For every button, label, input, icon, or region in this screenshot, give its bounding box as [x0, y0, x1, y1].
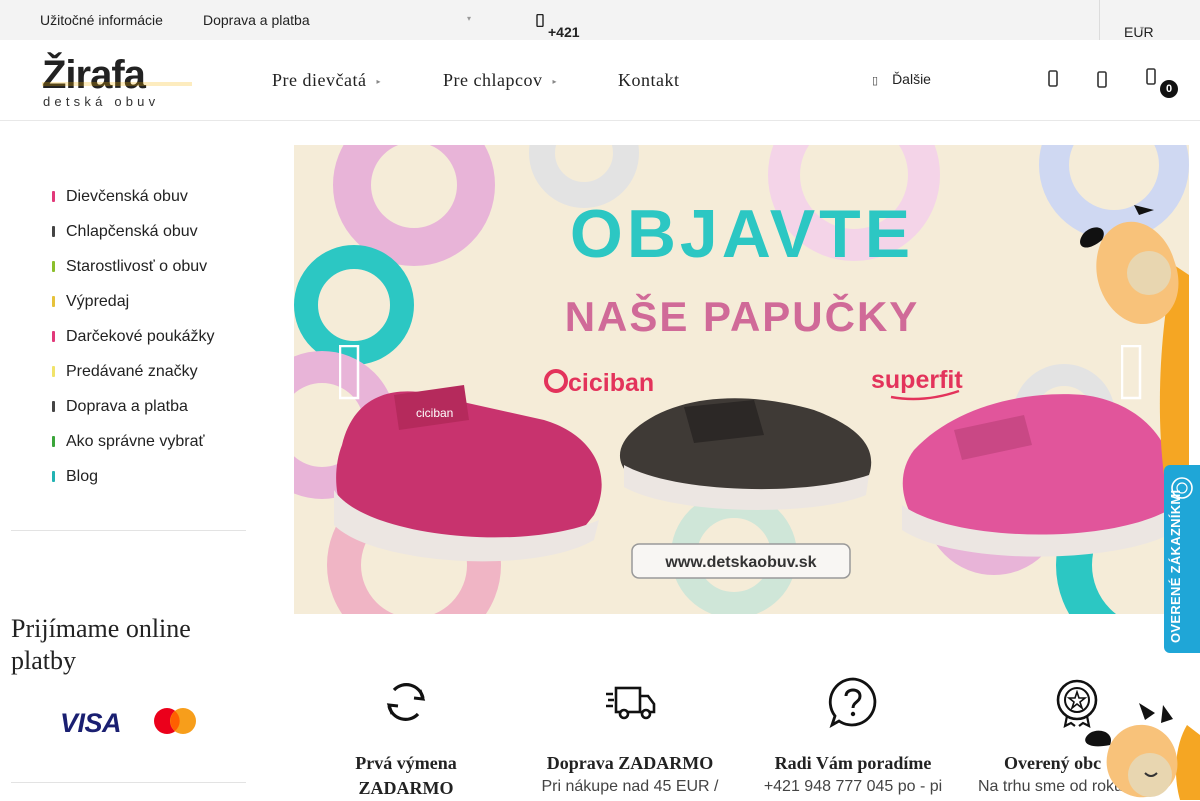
brand-ciciban: ciciban [568, 369, 654, 397]
link-useful-info[interactable]: Užitočné informácie [40, 12, 163, 28]
bullet-icon [52, 261, 55, 272]
sidebar-item-label: Dievčenská obuv [66, 188, 188, 205]
banner-subheadline: NAŠE PAPUČKY [565, 292, 920, 340]
chevron-down-icon: ▾ [1140, 24, 1145, 33]
nav-more[interactable]: ▯ Ďalšie [872, 71, 931, 87]
banner-artwork: OBJAVTE NAŠE PAPUČKY ciciban superfit ci… [294, 145, 1189, 614]
sidebar-divider [11, 782, 246, 783]
feature-title-exchange: Prvá výmena ZADARMO [355, 753, 457, 798]
banner-headline: OBJAVTE [570, 196, 914, 272]
topbar-divider [1099, 0, 1100, 40]
sidebar: Dievčenská obuv Chlapčenská obuv Starost… [0, 121, 260, 800]
bullet-icon [52, 226, 55, 237]
bullet-icon [52, 296, 55, 307]
logo-title: Žirafa [42, 51, 147, 97]
nav-boys-label: Pre chlapcov [443, 70, 543, 90]
sidebar-item-girls-shoes[interactable]: Dievčenská obuv [52, 188, 188, 206]
currency-label: EUR [1124, 24, 1154, 40]
bullet-icon [52, 401, 55, 412]
sidebar-item-label: Predávané značky [66, 363, 198, 380]
feature-title-shipping: Doprava ZADARMO [546, 753, 714, 773]
sidebar-item-label: Starostlivosť o obuv [66, 258, 208, 275]
nav-more-label: Ďalšie [892, 71, 931, 87]
nav-contact-label: Kontakt [618, 70, 680, 90]
feature-title-advice: Radi Vám poradíme [774, 753, 932, 773]
slider-next-button[interactable] [1121, 345, 1143, 400]
truck-icon [606, 686, 656, 720]
mastercard-logo [154, 708, 196, 734]
visa-logo: VISA [60, 708, 122, 738]
feature-subtitle-shipping: Pri nákupe nad 45 EUR / [541, 778, 719, 795]
sidebar-divider [11, 530, 246, 531]
bullet-icon [52, 471, 55, 482]
giraffe-mascot[interactable] [1075, 695, 1200, 800]
sidebar-item-shoe-care[interactable]: Starostlivosť o obuv [52, 258, 207, 276]
bullet-icon [52, 436, 55, 447]
help-bubble-icon [828, 677, 877, 728]
menu-icon: ▯ [872, 75, 879, 87]
brand-superfit: superfit [871, 366, 963, 394]
bullet-icon [52, 366, 55, 377]
sidebar-item-how-to-choose[interactable]: Ako správne vybrať [52, 433, 205, 451]
slider-prev-button[interactable] [339, 345, 361, 400]
user-icon[interactable] [1095, 71, 1111, 89]
sidebar-item-label: Výpredaj [66, 293, 130, 310]
sidebar-item-label: Ako správne vybrať [66, 433, 205, 450]
sidebar-item-blog[interactable]: Blog [52, 468, 98, 486]
bullet-icon [52, 191, 55, 202]
search-icon[interactable] [1046, 70, 1062, 88]
bullet-icon [52, 331, 55, 342]
sidebar-item-gift-vouchers[interactable]: Darčekové poukážky [52, 328, 215, 346]
phone-icon [536, 13, 544, 28]
chevron-down-icon[interactable]: ▾ [467, 14, 471, 23]
top-bar: Užitočné informácie Doprava a platba ▾ +… [0, 0, 1200, 88]
nav-girls[interactable]: Pre dievčatá ▸ [272, 70, 381, 91]
sidebar-item-brands[interactable]: Predávané značky [52, 363, 198, 381]
chevron-down-icon: ▸ [376, 77, 381, 87]
sidebar-item-label: Doprava a platba [66, 398, 188, 415]
header: Žirafa detská obuv Pre dievčatá ▸ Pre chl… [0, 40, 1200, 121]
hero-banner[interactable]: OBJAVTE NAŠE PAPUČKY ciciban superfit ci… [294, 145, 1189, 614]
banner-url: www.detskaobuv.sk [664, 554, 816, 571]
feature-subtitle-advice: +421 948 777 045 po - pi [763, 778, 943, 795]
phone-link[interactable]: +421 948 777 045 [536, 12, 580, 88]
shoe-label: ciciban [416, 406, 453, 420]
cart-count-badge: 0 [1160, 80, 1178, 98]
zirafa-logo[interactable]: Žirafa detská obuv [40, 50, 200, 110]
cart-icon[interactable] [1144, 68, 1160, 86]
payments-title: Prijímame online platby [11, 614, 191, 675]
sidebar-item-sale[interactable]: Výpredaj [52, 293, 129, 311]
sidebar-item-label: Darčekové poukážky [66, 328, 215, 345]
sidebar-item-label: Chlapčenská obuv [66, 223, 198, 240]
chevron-down-icon: ▸ [552, 77, 557, 87]
sidebar-item-shipping[interactable]: Doprava a platba [52, 398, 188, 416]
verified-customers-badge[interactable]: OVERENÉ ZÁKAZNÍKMI [1164, 465, 1200, 653]
link-shipping-payment[interactable]: Doprava a platba [203, 12, 310, 28]
exchange-icon [386, 683, 426, 721]
nav-contact[interactable]: Kontakt [618, 70, 680, 91]
verified-badge-label: OVERENÉ ZÁKAZNÍKMI [1168, 489, 1183, 643]
logo-subtitle: detská obuv [43, 94, 159, 109]
sidebar-item-label: Blog [66, 468, 99, 485]
nav-boys[interactable]: Pre chlapcov ▸ [443, 70, 557, 91]
sidebar-item-boys-shoes[interactable]: Chlapčenská obuv [52, 223, 198, 241]
nav-girls-label: Pre dievčatá [272, 70, 367, 90]
